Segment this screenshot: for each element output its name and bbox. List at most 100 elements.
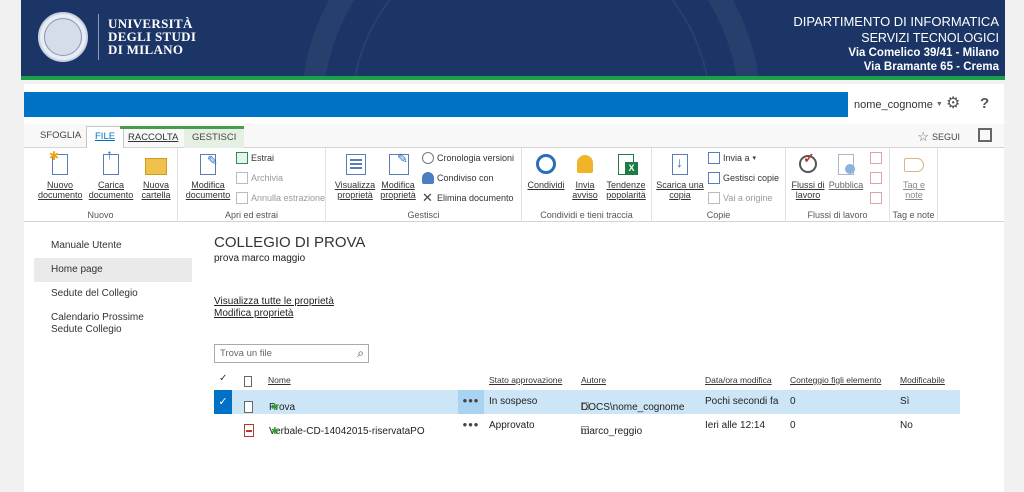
table-row[interactable]: ✓ Prova ✱ ••• In sospeso DOCS\nome_cognom…: [214, 390, 960, 414]
tag-icon: [901, 152, 927, 178]
group-title-flussi: Flussi di lavoro: [807, 210, 868, 220]
group-flussi: ✓ Flussi di lavoro Pubblica Flussi di lav…: [786, 148, 890, 222]
check-out-button[interactable]: Estrai: [236, 152, 274, 164]
user-bar: nome_cognome ▼ ⚙ ?: [848, 92, 1004, 117]
group-nuovo: ✱ Nuovo documento ↑ Carica documento Nuova…: [24, 147, 178, 222]
edit-document-button[interactable]: ✎ Modifica documento: [184, 152, 232, 200]
university-banner: UNIVERSITÀ DEGLI STUDI DI MILANO DIPARTI…: [21, 0, 1005, 80]
upload-document-button[interactable]: ↑ Carica documento: [88, 147, 134, 200]
page-title: COLLEGIO DI PROVA: [214, 234, 366, 251]
university-name-line3: DI MILANO: [108, 42, 184, 57]
department-info: DIPARTIMENTO DI INFORMATICA SERVIZI TECN…: [793, 14, 999, 74]
approve-reject-icon[interactable]: [870, 172, 882, 184]
ribbon: ✱ Nuovo documento ↑ Carica documento Nuova…: [24, 147, 1004, 222]
approval-status: Approvato: [489, 420, 535, 431]
col-nome[interactable]: Nome: [268, 375, 291, 385]
col-conteggio[interactable]: Conteggio figli elemento: [790, 375, 881, 385]
workflows-button[interactable]: ✓ Flussi di lavoro: [790, 151, 826, 200]
service-name: SERVIZI TECNOLOGICI: [861, 31, 999, 45]
share-button[interactable]: Condividi: [526, 152, 566, 191]
university-logo[interactable]: [38, 12, 88, 62]
col-modificabile[interactable]: Modificabile: [900, 375, 945, 385]
delete-document-button[interactable]: ✕ Elimina documento: [422, 190, 514, 205]
group-title-tag: Tag e note: [892, 210, 935, 220]
child-count: 0: [790, 420, 796, 431]
send-to-button[interactable]: Invia a ▾: [708, 152, 756, 164]
list-header: ✓ Nome Stato approvazione Autore Data/or…: [214, 372, 960, 390]
main-content: COLLEGIO DI PROVA prova marco maggio Vis…: [214, 234, 369, 363]
go-to-source-icon: [708, 192, 720, 204]
more-options-icon[interactable]: •••: [458, 390, 484, 414]
send-to-icon: [708, 152, 720, 164]
help-icon[interactable]: ?: [980, 95, 989, 112]
more-options-icon[interactable]: •••: [458, 414, 484, 438]
quick-launch: Manuale Utente Home page Sedute del Coll…: [34, 234, 192, 342]
delete-icon: ✕: [422, 190, 433, 205]
share-icon: [533, 152, 559, 178]
publish-button[interactable]: Pubblica: [828, 152, 864, 191]
gear-icon[interactable]: ⚙: [946, 96, 962, 112]
edit-properties-button[interactable]: ✎ Modifica proprietà: [378, 152, 418, 200]
group-gestisci: Visualizza proprietà ✎ Modifica proprietà …: [326, 148, 522, 222]
nav-item-calendario[interactable]: Calendario Prossime Sedute Collegio: [34, 306, 192, 342]
history-icon: [422, 152, 434, 164]
row-checkbox[interactable]: ✓: [214, 390, 232, 414]
address-crema: Via Bramante 65 - Crema: [863, 61, 999, 73]
table-row[interactable]: Verbale-CD-14042015-riservataPO ✱ ••• App…: [214, 414, 960, 438]
go-to-source-button[interactable]: Vai a origine: [708, 192, 772, 204]
discard-checkout-button[interactable]: Annulla estrazione: [236, 192, 325, 204]
download-copy-button[interactable]: ↓ Scarica una copia: [656, 152, 704, 200]
alert-me-button[interactable]: Invia avviso: [568, 152, 602, 200]
people-icon: [422, 172, 434, 184]
folder-icon: [143, 152, 169, 178]
shared-with-button[interactable]: Condiviso con: [422, 172, 494, 184]
group-title-condividi: Condividi e tieni traccia: [540, 210, 633, 220]
view-all-properties-link[interactable]: Visualizza tutte le proprietà: [214, 296, 334, 308]
new-document-button[interactable]: ✱ Nuovo documento: [38, 150, 83, 200]
follow-label: SEGUI: [931, 132, 960, 142]
pdf-icon: [244, 418, 254, 437]
edit-properties-link[interactable]: Modifica proprietà: [214, 308, 334, 320]
nav-item-sedute[interactable]: Sedute del Collegio: [34, 282, 192, 306]
new-folder-button[interactable]: Nuova cartella: [138, 152, 174, 200]
properties-links: Visualizza tutte le proprietà Modifica p…: [214, 296, 334, 320]
address-milano: Via Comelico 39/41 - Milano: [848, 47, 999, 59]
tab-raccolta[interactable]: RACCOLTA: [120, 126, 187, 148]
follow-button[interactable]: ☆ SEGUI: [917, 129, 960, 145]
check-in-button[interactable]: Archivia: [236, 172, 283, 184]
edit-document-icon: ✎: [195, 152, 221, 178]
col-data[interactable]: Data/ora modifica: [705, 375, 772, 385]
search-icon[interactable]: ⌕: [357, 346, 364, 361]
download-icon: ↓: [667, 152, 693, 178]
group-apri-estrai: ✎ Modifica documento Estrai Archivia Annu…: [178, 148, 326, 222]
edit-properties-icon: ✎: [385, 152, 411, 178]
user-menu[interactable]: nome_cognome ▼: [848, 99, 943, 111]
excel-icon: X: [613, 152, 639, 178]
popularity-trends-button[interactable]: X Tendenze popolarità: [604, 152, 648, 200]
group-title-apri: Apri ed estrai: [224, 210, 279, 220]
col-stato[interactable]: Stato approvazione: [489, 375, 562, 385]
select-all-checkmark-icon[interactable]: ✓: [219, 373, 227, 384]
caret-down-icon: ▼: [935, 101, 943, 108]
upload-icon: ↑: [98, 147, 124, 178]
tags-notes-button[interactable]: Tag e note: [896, 152, 932, 200]
nav-item-manuale[interactable]: Manuale Utente: [34, 234, 192, 258]
editable: No: [900, 420, 913, 431]
tab-sfoglia[interactable]: SFOGLIA: [32, 126, 89, 148]
publish-icon: [833, 152, 859, 178]
modified-date: Pochi secondi fa: [705, 396, 779, 407]
approval-status: In sospeso: [489, 396, 538, 407]
view-properties-button[interactable]: Visualizza proprietà: [334, 152, 376, 200]
cancel-approval-icon[interactable]: [870, 192, 882, 204]
col-autore[interactable]: Autore: [581, 375, 606, 385]
version-history-button[interactable]: Cronologia versioni: [422, 152, 514, 164]
child-count: 0: [790, 396, 796, 407]
tab-gestisci[interactable]: GESTISCI: [184, 126, 245, 148]
nav-item-home[interactable]: Home page: [34, 258, 192, 282]
manage-copies-button[interactable]: Gestisci copie: [708, 172, 779, 184]
group-title-nuovo: Nuovo: [87, 210, 114, 220]
bell-icon: [572, 152, 598, 178]
focus-content-icon[interactable]: [978, 128, 992, 142]
search-input[interactable]: Trova un file ⌕: [214, 344, 369, 363]
unpublish-icon[interactable]: [870, 152, 882, 164]
